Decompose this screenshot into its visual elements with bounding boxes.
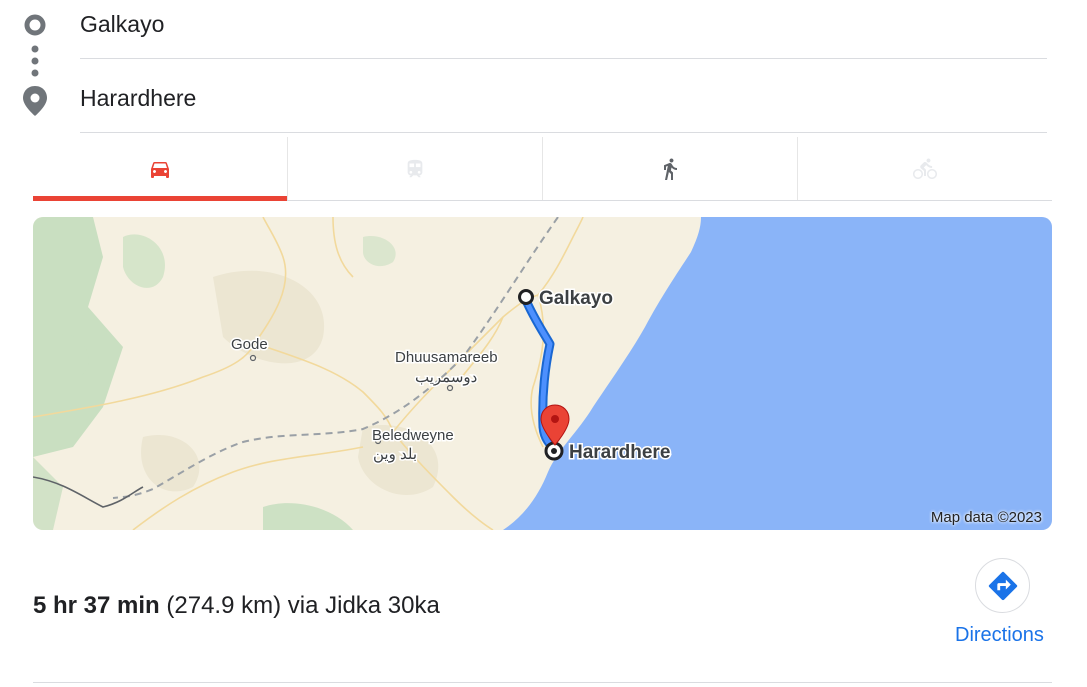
route-dots-icon	[31, 45, 39, 77]
map-canvas: Galkayo Harardhere Gode Dhuusamareeb دوس…	[33, 217, 1052, 530]
origin-circle-icon	[24, 14, 46, 36]
car-icon	[151, 161, 169, 178]
origin-field[interactable]: Galkayo	[80, 12, 1047, 59]
destination-pin-icon	[23, 86, 47, 116]
destination-value: Harardhere	[80, 85, 197, 111]
train-icon	[407, 159, 423, 177]
map-label-dhuusamareeb-ar: دوسمريب	[415, 369, 477, 386]
tab-transit[interactable]	[287, 137, 542, 200]
divider	[33, 682, 1052, 683]
origin-value: Galkayo	[80, 11, 165, 37]
route-rail	[23, 14, 47, 116]
turn-right-icon	[988, 571, 1017, 600]
tab-cycling[interactable]	[797, 137, 1052, 200]
destination-marker	[544, 441, 564, 461]
origin-marker	[518, 289, 534, 305]
map-attribution: Map data ©2023	[930, 509, 1042, 526]
tab-walking[interactable]	[542, 137, 797, 200]
route-distance: (274.9 km) via Jidka 30ka	[166, 592, 440, 619]
route-summary: 5 hr 37 min (274.9 km) via Jidka 30ka	[33, 592, 440, 620]
tab-driving[interactable]	[33, 137, 287, 201]
travel-mode-tabs	[33, 137, 1052, 201]
map-label-beledweyne: Beledweyne	[372, 427, 454, 444]
map-label-gode: Gode	[231, 336, 268, 353]
map-label-galkayo: Galkayo	[539, 288, 613, 309]
map-label-dhuusamareeb: Dhuusamareeb	[395, 349, 498, 366]
map-label-harardhere: Harardhere	[569, 442, 670, 463]
destination-field[interactable]: Harardhere	[80, 86, 1047, 133]
walk-icon	[664, 158, 677, 180]
directions-link[interactable]: Directions	[955, 624, 1055, 647]
directions-button[interactable]	[975, 558, 1030, 613]
map-label-beledweyne-ar: بلد وين	[373, 446, 417, 463]
bicycle-icon	[913, 158, 937, 179]
route-map[interactable]: Galkayo Harardhere Gode Dhuusamareeb دوس…	[33, 217, 1052, 530]
route-duration: 5 hr 37 min	[33, 592, 160, 619]
